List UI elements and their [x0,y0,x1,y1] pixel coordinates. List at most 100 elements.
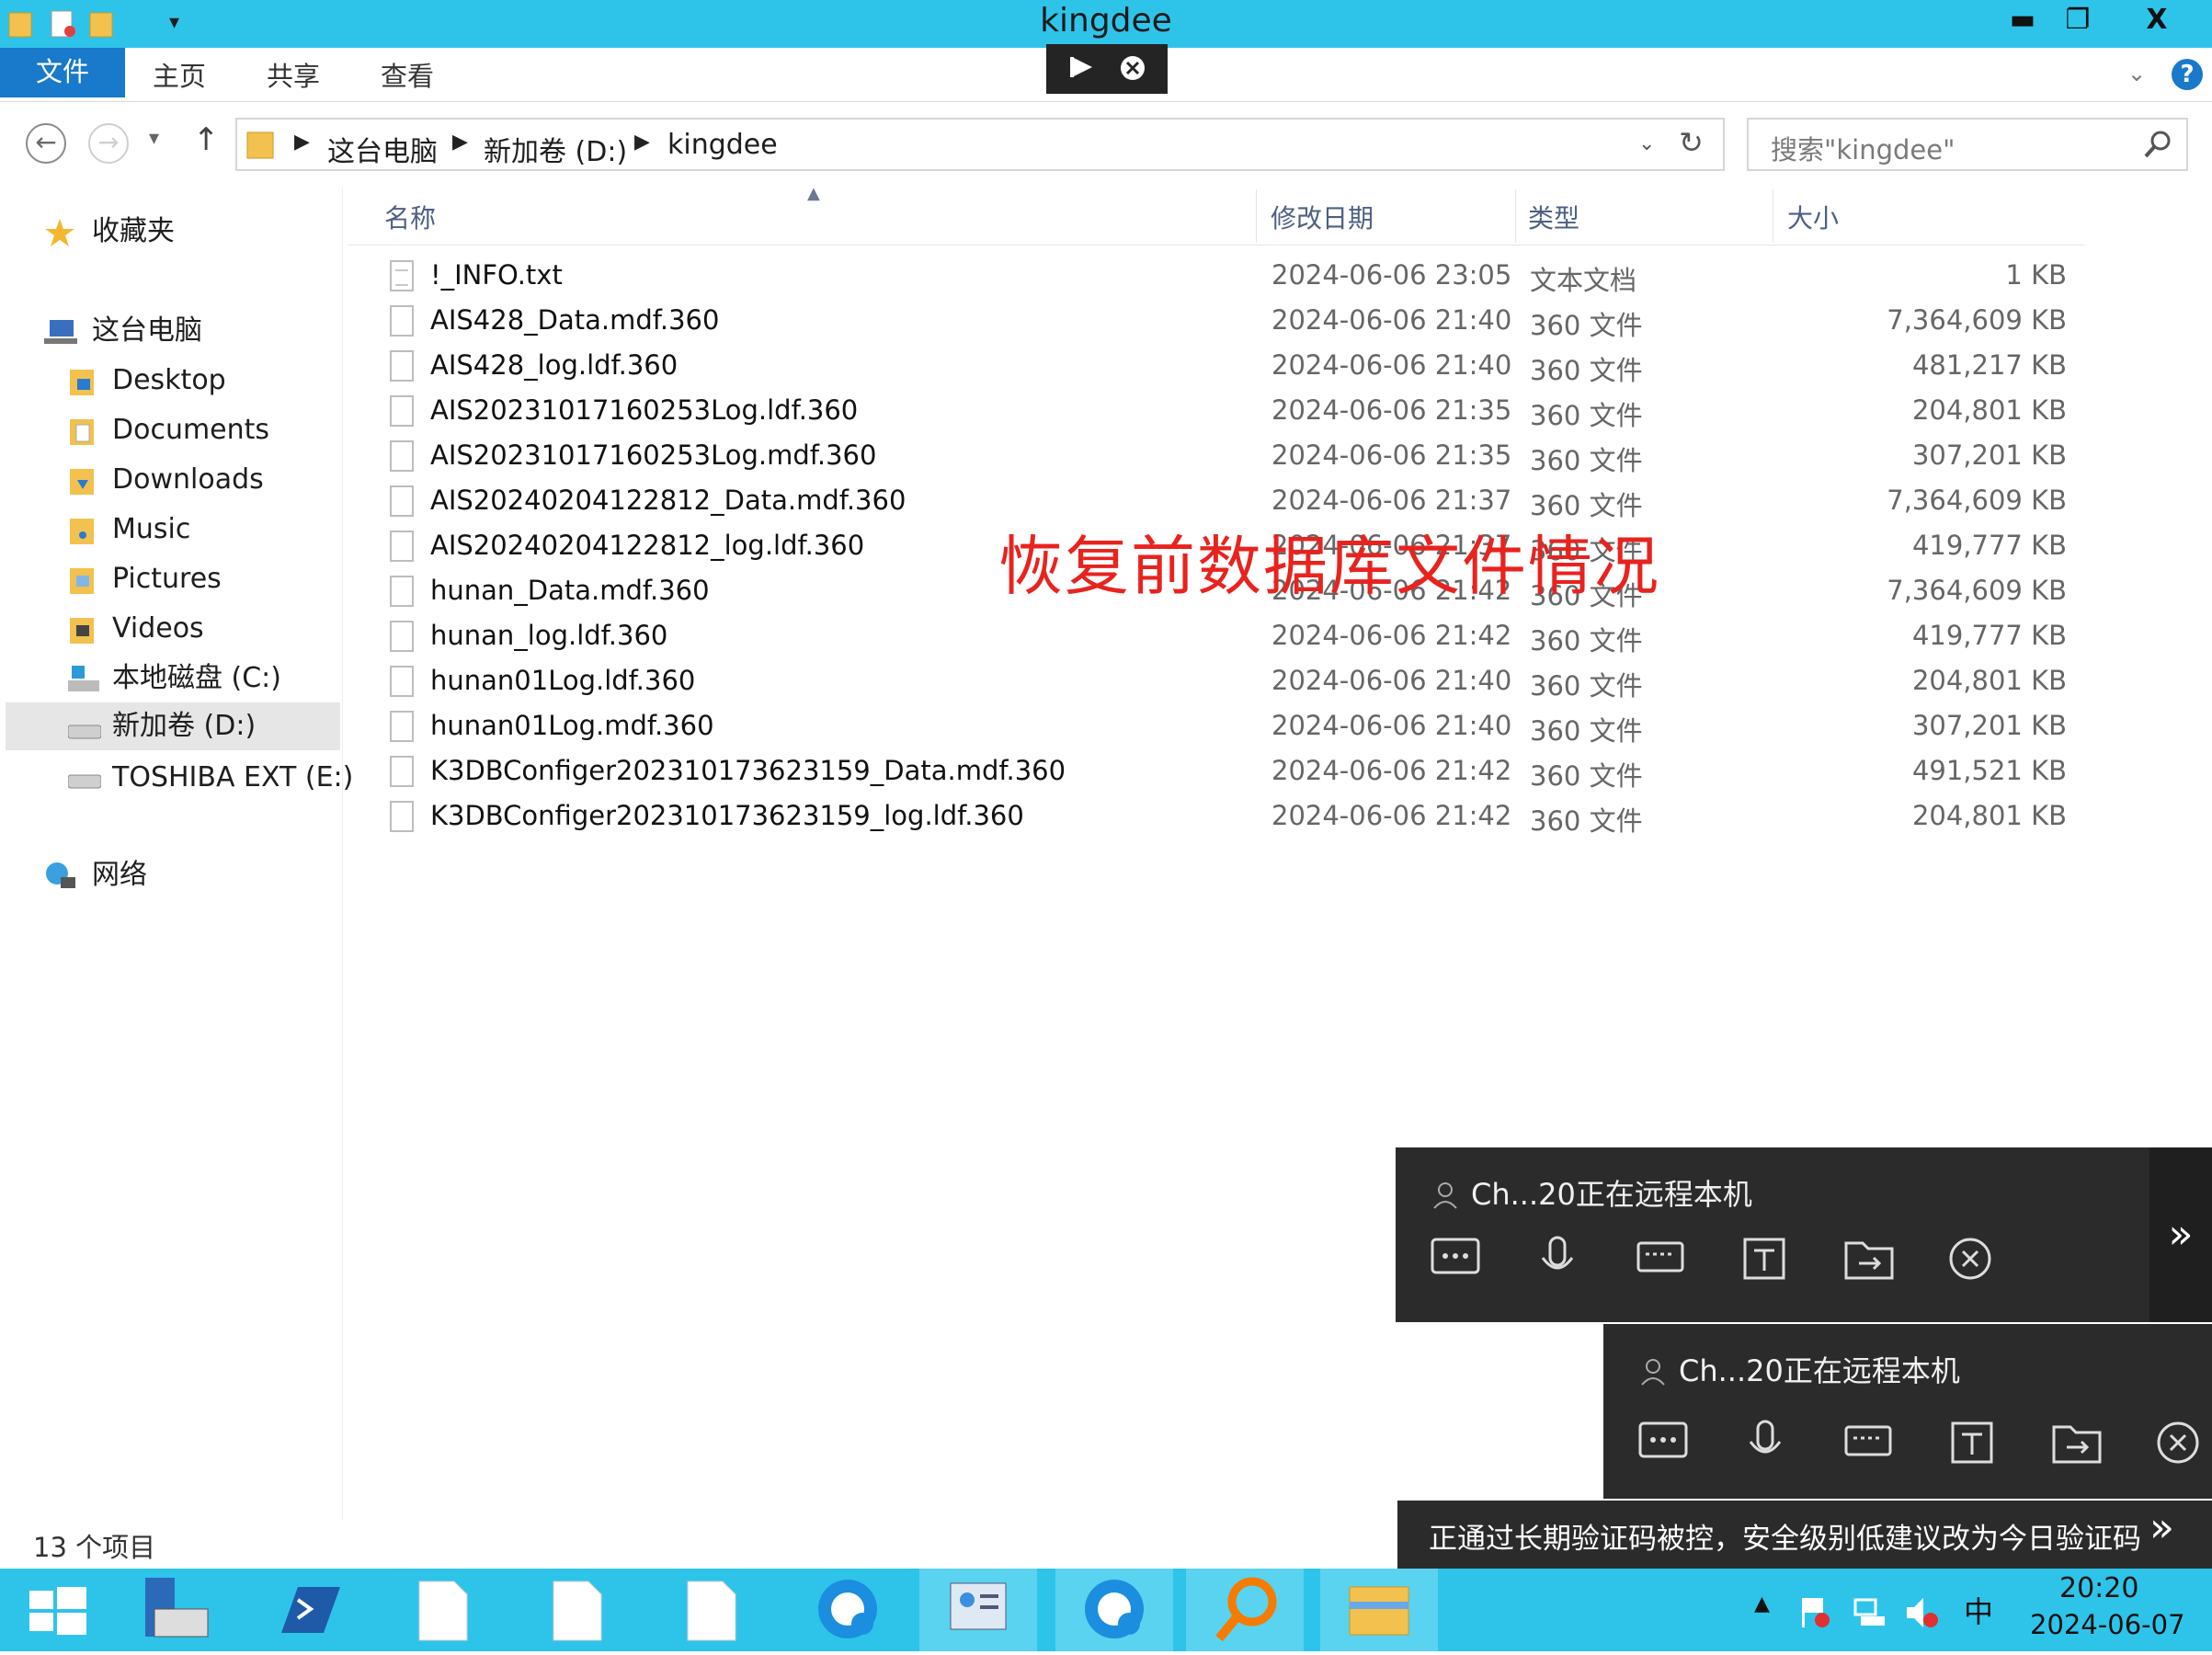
sidebar-item-network[interactable]: 网络 [44,853,320,897]
text-icon[interactable] [1945,1420,1999,1466]
tab-view[interactable]: 查看 [381,55,434,99]
sidebar-item-desktop[interactable]: Desktop [68,359,335,403]
chat-icon[interactable] [1429,1236,1482,1282]
file-name: hunan_log.ldf.360 [430,620,668,651]
action-center-flag-icon[interactable] [1796,1594,1833,1631]
text-icon[interactable] [1738,1236,1791,1282]
file-row[interactable]: K3DBConfiger202310173623159_Data.mdf.360… [348,749,2085,794]
sidebar-item-drive-c[interactable]: 本地磁盘 (C:) [68,656,335,701]
file-modified-date: 2024-06-06 21:42 [1271,620,1512,651]
expand-remote-panel-button[interactable]: » [2149,1147,2212,1322]
close-button[interactable]: X [2111,0,2203,42]
column-size[interactable]: 大小 [1787,199,1839,235]
address-dropdown-icon[interactable]: ⌄ [1638,132,1655,155]
volume-muted-icon[interactable] [1903,1594,1940,1631]
document-icon[interactable] [519,1569,636,1651]
sidebar-item-pictures[interactable]: Pictures [68,557,335,601]
pin-icon[interactable] [1068,53,1096,87]
clock-time[interactable]: 20:20 [2059,1572,2138,1604]
sidebar-item-documents[interactable]: Documents [68,408,335,452]
sidebar-item-drive-d[interactable]: 新加卷 (D:) [6,702,340,750]
close-remote-icon[interactable] [1118,53,1147,89]
document-icon[interactable] [653,1569,770,1651]
sidebar-label: Documents [112,414,270,446]
file-size: 204,801 KB [1911,665,2067,696]
sidebar-item-drive-e[interactable]: TOSHIBA EXT (E:) [67,756,353,800]
start-button[interactable] [0,1569,118,1651]
show-hidden-icons-icon[interactable]: ▲ [1754,1592,1770,1615]
file-modified-date: 2024-06-06 21:40 [1271,710,1512,741]
server-manager-icon[interactable] [118,1569,235,1651]
search-input[interactable]: 搜索"kingdee" [1747,118,2188,171]
tab-home[interactable]: 主页 [153,55,206,99]
expand-notice-button[interactable]: » [2149,1504,2174,1551]
input-method-indicator[interactable]: 中 [1964,1589,1993,1631]
minimize-button[interactable]: ▬ [1995,0,2050,42]
forward-icon[interactable]: → [88,123,129,164]
breadcrumb-this-pc[interactable]: 这台电脑 [327,129,438,169]
recent-locations-icon[interactable]: ▾ [149,127,159,150]
expand-ribbon-icon[interactable]: ⌄ [2127,61,2146,86]
breadcrumb-kingdee[interactable]: kingdee [667,129,778,161]
disconnect-icon[interactable] [2151,1420,2205,1466]
address-bar[interactable]: ▶ 这台电脑 ▶ 新加卷 (D:) ▶ kingdee ⌄ ↻ [235,118,1725,171]
column-type[interactable]: 类型 [1528,199,1579,235]
powershell-icon[interactable] [250,1569,368,1651]
file-size: 204,801 KB [1911,394,2067,426]
file-explorer-icon[interactable] [1320,1569,1438,1651]
file-row[interactable]: AIS20231017160253Log.ldf.360 2024-06-06 2… [348,389,2085,434]
file-row[interactable]: hunan01Log.mdf.360 2024-06-06 21:40 360 文件… [348,704,2085,749]
clock-date[interactable]: 2024-06-07 [2030,1609,2185,1640]
pane-divider[interactable] [342,188,343,1521]
file-row[interactable]: hunan01Log.ldf.360 2024-06-06 21:40 360 文件… [348,659,2085,704]
sidebar-item-downloads[interactable]: Downloads [68,458,335,502]
file-transfer-icon[interactable] [2050,1420,2104,1466]
search-placeholder: 搜索"kingdee" [1771,134,1955,166]
control-panel-icon[interactable] [919,1569,1037,1651]
column-date[interactable]: 修改日期 [1271,199,1374,235]
file-row[interactable]: AIS20231017160253Log.mdf.360 2024-06-06 2… [348,434,2085,479]
remote-panel-title: Ch...20正在远程本机 [1471,1177,1752,1212]
network-status-icon[interactable] [1852,1594,1888,1631]
breadcrumb-drive-d[interactable]: 新加卷 (D:) [484,129,627,169]
remote-app-icon[interactable] [789,1569,906,1651]
keyboard-icon[interactable] [1842,1420,1896,1466]
tab-file[interactable]: 文件 [0,48,125,97]
music-folder-icon [68,515,96,544]
file-name: AIS20231017160253Log.ldf.360 [430,394,859,426]
keyboard-icon[interactable] [1635,1236,1688,1282]
column-divider[interactable] [1515,189,1516,243]
column-name[interactable]: 名称 [384,199,436,235]
up-icon[interactable]: ↑ [193,121,220,158]
file-name: !_INFO.txt [430,259,563,291]
back-icon[interactable]: ← [26,123,66,164]
file-row[interactable]: hunan_log.ldf.360 2024-06-06 21:42 360 文件 4… [348,614,2085,659]
disconnect-icon[interactable] [1944,1236,1997,1282]
help-icon[interactable]: ? [2172,59,2203,90]
restore-button[interactable]: ❐ [2050,0,2105,42]
sidebar-item-videos[interactable]: Videos [68,607,335,651]
document-icon[interactable] [384,1569,502,1651]
file-name: AIS20240204122812_log.ldf.360 [430,530,865,561]
file-icon [390,531,414,562]
file-row[interactable]: K3DBConfiger202310173623159_log.ldf.360 2… [348,794,2085,839]
file-icon [390,666,414,697]
microphone-icon[interactable] [1739,1420,1793,1466]
microphone-icon[interactable] [1532,1236,1585,1282]
sidebar-item-this-pc[interactable]: 这台电脑 [44,309,320,353]
file-name: K3DBConfiger202310173623159_log.ldf.360 [430,800,1024,831]
remote-app-icon[interactable] [1055,1569,1173,1651]
file-row[interactable]: !_INFO.txt 2024-06-06 23:05 文本文档 1 KB [348,254,2085,299]
sidebar-item-music[interactable]: Music [68,508,335,552]
sidebar-item-favorites[interactable]: 收藏夹 [44,210,320,254]
chat-icon[interactable] [1636,1420,1690,1466]
column-divider[interactable] [1256,189,1257,243]
file-transfer-icon[interactable] [1842,1236,1896,1282]
file-row[interactable]: AIS428_log.ldf.360 2024-06-06 21:40 360 文件… [348,344,2085,389]
search-app-icon[interactable] [1186,1569,1304,1651]
refresh-icon[interactable]: ↻ [1679,125,1704,160]
file-size: 307,201 KB [1911,710,2067,741]
file-row[interactable]: AIS428_Data.mdf.360 2024-06-06 21:40 360 文… [348,299,2085,344]
search-icon[interactable] [2142,129,2173,164]
tab-share[interactable]: 共享 [267,55,320,99]
